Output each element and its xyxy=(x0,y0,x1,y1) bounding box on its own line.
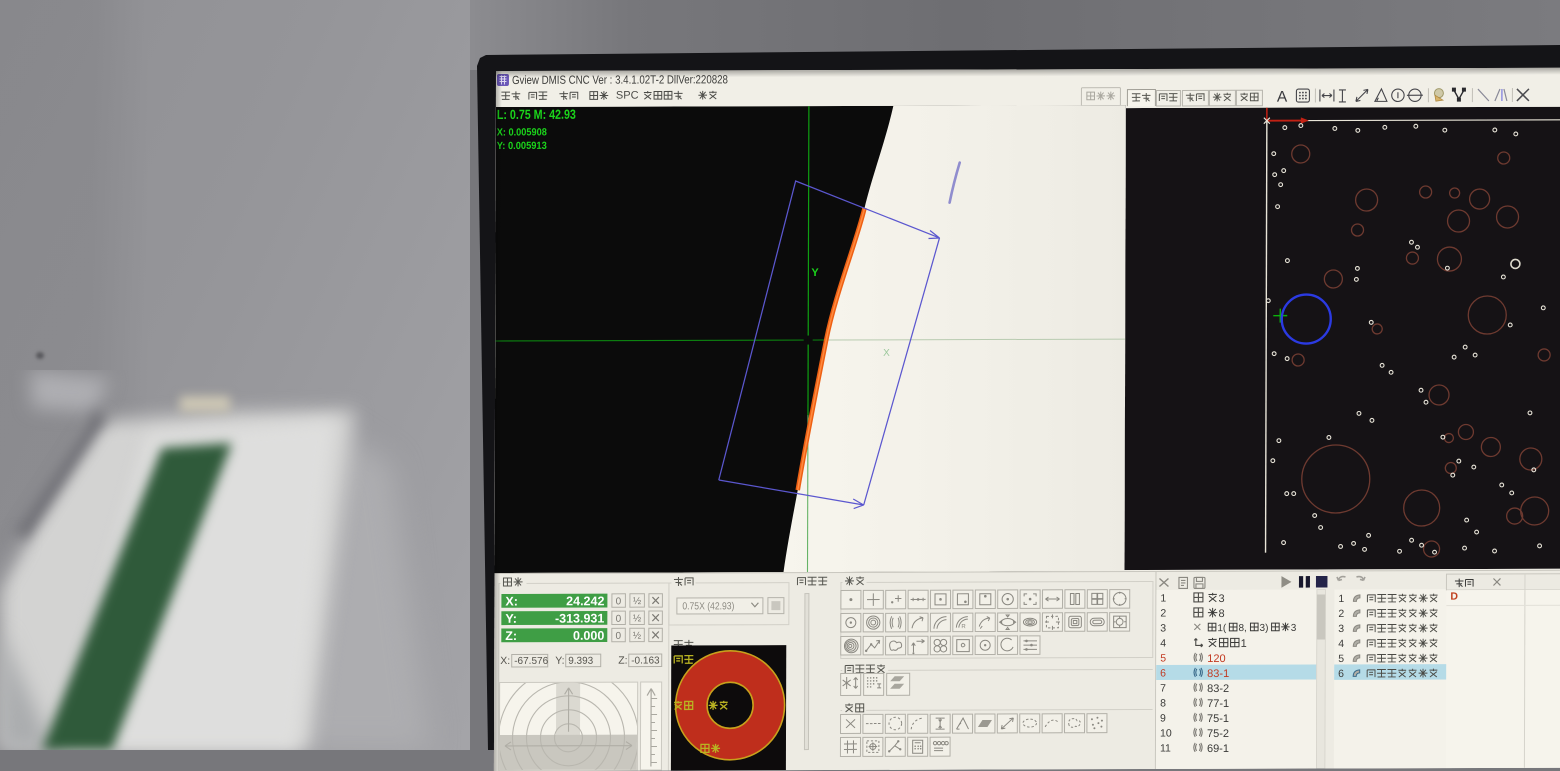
svg-text:0.75X (42.93): 0.75X (42.93) xyxy=(682,601,734,612)
svg-text:69-1: 69-1 xyxy=(1207,743,1229,755)
svg-text:3: 3 xyxy=(1160,622,1166,634)
svg-text:0.000: 0.000 xyxy=(573,629,604,643)
svg-text:-313.931: -313.931 xyxy=(555,611,604,625)
svg-text:8: 8 xyxy=(1218,608,1224,620)
svg-text:Y:: Y: xyxy=(505,612,517,626)
svg-text:1: 1 xyxy=(1338,593,1344,605)
svg-text:1: 1 xyxy=(1160,592,1166,604)
svg-text:6: 6 xyxy=(1160,667,1166,679)
svg-text:4: 4 xyxy=(1160,637,1166,649)
svg-text:A: A xyxy=(1277,89,1288,106)
svg-text:24.242: 24.242 xyxy=(566,594,604,608)
svg-text:½: ½ xyxy=(633,613,642,624)
svg-text:Z:: Z: xyxy=(505,629,517,643)
svg-text:5: 5 xyxy=(1160,652,1166,664)
svg-text:X:: X: xyxy=(500,655,510,667)
svg-text:½: ½ xyxy=(633,631,642,642)
svg-text:77-1: 77-1 xyxy=(1207,698,1229,710)
svg-text:D: D xyxy=(1450,591,1458,603)
svg-text:1(: 1( xyxy=(1217,623,1227,634)
svg-text:1: 1 xyxy=(1241,638,1247,650)
svg-text:8,: 8, xyxy=(1238,623,1246,634)
svg-text:2: 2 xyxy=(1160,607,1166,619)
svg-text:6: 6 xyxy=(1338,668,1344,680)
svg-text:X: 0.005908: X: 0.005908 xyxy=(497,127,547,138)
svg-text:75-2: 75-2 xyxy=(1207,728,1229,740)
svg-text:-0.163: -0.163 xyxy=(631,656,660,667)
svg-text:X:: X: xyxy=(505,594,518,608)
svg-text:5: 5 xyxy=(1338,653,1344,665)
svg-text:0: 0 xyxy=(616,614,622,625)
svg-text:9: 9 xyxy=(1160,712,1166,724)
svg-text:3: 3 xyxy=(1219,593,1225,605)
svg-text:Y:: Y: xyxy=(555,655,564,667)
svg-text:0: 0 xyxy=(616,631,622,642)
svg-text:4: 4 xyxy=(1338,638,1344,650)
svg-text:8: 8 xyxy=(1160,697,1166,709)
svg-text:83-2: 83-2 xyxy=(1207,683,1229,695)
svg-text:83-1: 83-1 xyxy=(1207,668,1229,680)
svg-text:Y: 0.005913: Y: 0.005913 xyxy=(497,141,547,152)
svg-text:120: 120 xyxy=(1207,653,1225,665)
svg-text:3): 3) xyxy=(1260,623,1269,634)
svg-text:10: 10 xyxy=(1160,727,1172,739)
svg-text:3: 3 xyxy=(1291,623,1297,634)
svg-text:Y: Y xyxy=(811,267,819,279)
svg-text:9.393: 9.393 xyxy=(568,656,593,667)
svg-text:½: ½ xyxy=(633,596,642,607)
svg-text:11: 11 xyxy=(1160,742,1171,754)
svg-text:7: 7 xyxy=(1160,682,1166,694)
svg-text:Z:: Z: xyxy=(618,655,627,667)
svg-text:2: 2 xyxy=(1338,608,1344,620)
svg-text:75-1: 75-1 xyxy=(1207,713,1229,725)
svg-text:0: 0 xyxy=(616,596,622,607)
svg-text:3: 3 xyxy=(1338,623,1344,635)
svg-text:X: X xyxy=(883,348,890,359)
svg-text:SPC: SPC xyxy=(616,90,639,102)
svg-text:-67.576: -67.576 xyxy=(514,656,548,667)
svg-text:L: 0.75 M: 42.93: L: 0.75 M: 42.93 xyxy=(497,107,576,122)
